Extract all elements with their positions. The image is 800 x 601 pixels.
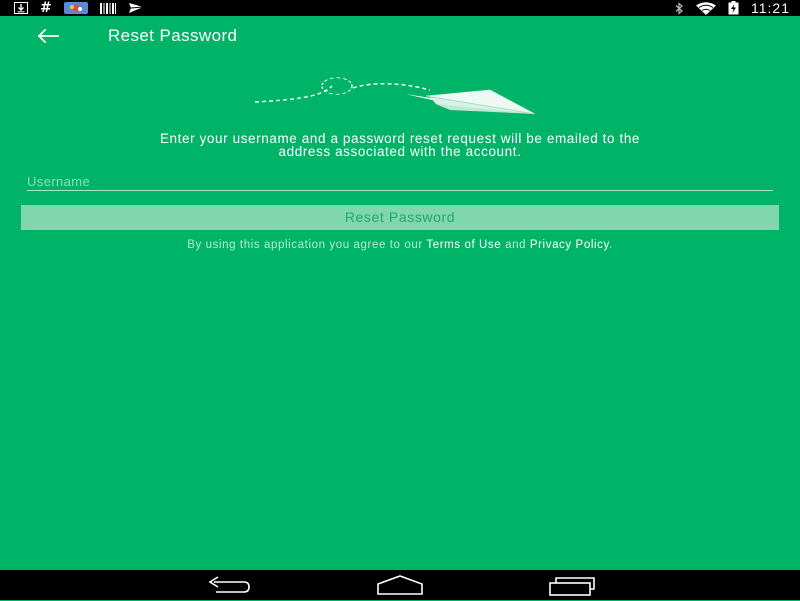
nav-recents-icon (549, 577, 595, 596)
app-notification-icon (63, 0, 88, 16)
send-icon (128, 0, 144, 16)
battery-charging-icon (728, 0, 739, 16)
terms-of-use-link[interactable]: Terms of Use (426, 239, 501, 251)
paper-plane-illustration (250, 72, 540, 122)
terms-prefix: By using this application you agree to o… (187, 239, 427, 251)
terms-notice: By using this application you agree to o… (0, 238, 800, 252)
wifi-icon (696, 0, 716, 16)
hash-icon: # (40, 0, 52, 16)
terms-conjunction: and (501, 239, 530, 251)
username-input[interactable] (27, 172, 773, 191)
nav-home-icon (377, 575, 423, 595)
app-bar: Reset Password (0, 16, 800, 56)
back-button[interactable] (34, 24, 62, 48)
paper-plane-icon (254, 77, 536, 115)
reset-password-button[interactable]: Reset Password (21, 205, 779, 230)
terms-suffix: . (608, 239, 613, 251)
bluetooth-icon (674, 0, 684, 16)
barcode-icon (99, 0, 116, 16)
nav-back-icon (208, 576, 250, 593)
download-icon (14, 0, 28, 16)
nav-recents-button[interactable] (548, 574, 596, 596)
page-title: Reset Password (108, 26, 238, 45)
navigation-bar (0, 570, 800, 600)
instructions-line-2: address associated with the account. (278, 144, 522, 159)
clock: 11:21 (751, 0, 790, 16)
nav-home-button[interactable] (376, 574, 424, 596)
status-bar: # 11:21 (0, 0, 800, 16)
nav-back-button[interactable] (206, 574, 252, 596)
status-bar-notifications: # (14, 0, 144, 16)
privacy-policy-link[interactable]: Privacy Policy (530, 239, 609, 251)
instructions-text: Enter your username and a password reset… (40, 132, 760, 159)
arrow-back-icon (34, 28, 62, 52)
status-bar-system: 11:21 (674, 0, 790, 16)
